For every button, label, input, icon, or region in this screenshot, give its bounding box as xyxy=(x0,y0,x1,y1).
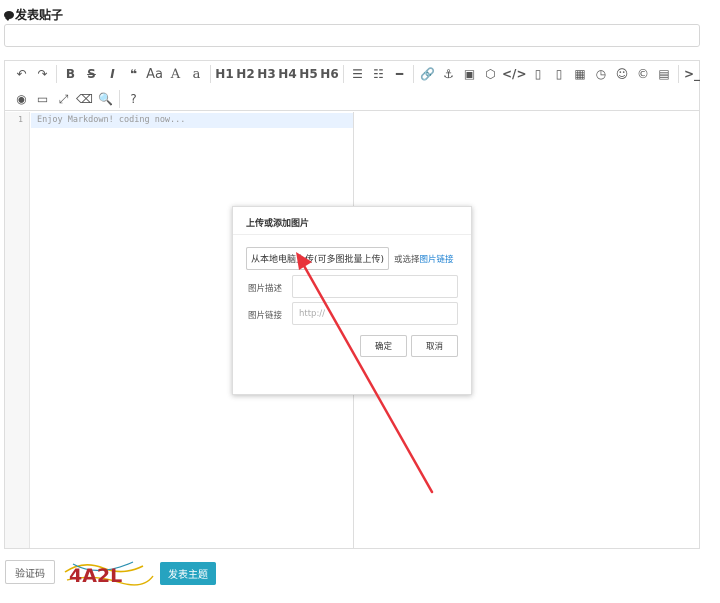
editor-placeholder: Enjoy Markdown! coding now... xyxy=(37,115,186,125)
html-entities-icon[interactable]: © xyxy=(633,64,654,84)
page-heading: 发表贴子 xyxy=(4,6,63,23)
lowercase-icon[interactable]: a xyxy=(186,64,207,84)
help-icon[interactable]: ? xyxy=(123,89,144,109)
image-link-label: 图片链接 xyxy=(248,311,283,321)
upload-local-button[interactable]: 从本地电脑上传(可多图批量上传) xyxy=(246,247,389,270)
toolbar-separator xyxy=(343,65,344,83)
toolbar-row-1: ↶ ↷ B S I ❝ Aa Aa H1 H2 H3 H4 H5 H6 ☰ ☷ ━ 🔗 ⚓ ▣ ⬡ </> ▯ ▯ ▦ ◷ ☺ © ▤ >… xyxy=(11,63,703,85)
quote-icon[interactable]: ❝ xyxy=(123,64,144,84)
toolbar-separator xyxy=(677,65,679,83)
horizontal-rule-icon[interactable]: ━ xyxy=(389,64,410,84)
ok-button[interactable]: 确定 xyxy=(360,335,407,357)
pagebreak-icon[interactable]: ▤ xyxy=(654,64,675,84)
watch-toggle-icon[interactable]: ◉ xyxy=(11,89,32,109)
h6-button[interactable]: H6 xyxy=(319,64,340,84)
strikethrough-icon[interactable]: S xyxy=(81,64,102,84)
anchor-icon[interactable]: ⚓ xyxy=(438,64,459,84)
code-file-icon[interactable]: ▯ xyxy=(549,64,570,84)
ordered-list-icon[interactable]: ☷ xyxy=(368,64,389,84)
h3-button[interactable]: H3 xyxy=(256,64,277,84)
unordered-list-icon[interactable]: ☰ xyxy=(347,64,368,84)
captcha-text: 4A2L xyxy=(69,565,122,587)
fullscreen-icon[interactable]: ⤢ xyxy=(53,89,74,109)
or-choose-text: 或选择图片链接 xyxy=(394,253,454,265)
editor-toolbar: ↶ ↷ B S I ❝ Aa Aa H1 H2 H3 H4 H5 H6 ☰ ☷ ━ 🔗 ⚓ ▣ ⬡ </> ▯ ▯ ▦ ◷ ☺ © ▤ >… xyxy=(5,61,700,111)
search-icon[interactable]: 🔍 xyxy=(95,89,116,109)
goto-line-icon[interactable]: >_ xyxy=(682,64,703,84)
h2-button[interactable]: H2 xyxy=(235,64,256,84)
undo-icon[interactable]: ↶ xyxy=(11,64,32,84)
toolbar-separator xyxy=(413,65,414,83)
preformatted-icon[interactable]: ▯ xyxy=(528,64,549,84)
page-heading-text: 发表贴子 xyxy=(15,8,64,22)
image-desc-input[interactable] xyxy=(292,275,458,298)
dialog-title: 上传或添加图片 xyxy=(233,207,471,235)
capitalize-icon[interactable]: A xyxy=(165,64,186,84)
image-upload-dialog: 上传或添加图片 从本地电脑上传(可多图批量上传) 或选择图片链接 图片描述 图片… xyxy=(232,206,472,395)
inline-code-icon[interactable]: </> xyxy=(501,64,528,84)
h1-button[interactable]: H1 xyxy=(214,64,235,84)
h4-button[interactable]: H4 xyxy=(277,64,298,84)
datetime-icon[interactable]: ◷ xyxy=(591,64,612,84)
image-link-input[interactable]: http:// xyxy=(292,302,458,325)
image-icon[interactable]: ▣ xyxy=(459,64,480,84)
h5-button[interactable]: H5 xyxy=(298,64,319,84)
uppercase-icon[interactable]: Aa xyxy=(144,64,165,84)
redo-icon[interactable]: ↷ xyxy=(32,64,53,84)
captcha-image[interactable]: 4A2L xyxy=(63,558,155,588)
italic-icon[interactable]: I xyxy=(102,64,123,84)
submit-topic-button[interactable]: 发表主题 xyxy=(160,562,216,585)
toolbar-separator xyxy=(119,90,120,108)
table-icon[interactable]: ▦ xyxy=(570,64,591,84)
emoji-icon[interactable]: ☺ xyxy=(612,64,633,84)
line-gutter xyxy=(5,112,30,548)
toolbar-separator xyxy=(210,65,211,83)
toolbar-row-2: ◉ ▭ ⤢ ⌫ 🔍? xyxy=(11,88,144,110)
bold-icon[interactable]: B xyxy=(60,64,81,84)
image-desc-label: 图片描述 xyxy=(248,284,283,294)
line-number: 1 xyxy=(18,115,23,124)
cancel-button[interactable]: 取消 xyxy=(411,335,458,357)
preview-icon[interactable]: ▭ xyxy=(32,89,53,109)
link-icon[interactable]: 🔗 xyxy=(417,64,438,84)
image-link-link[interactable]: 图片链接 xyxy=(420,255,454,265)
toolbar-separator xyxy=(56,65,57,83)
code-block-icon[interactable]: ⬡ xyxy=(480,64,501,84)
captcha-input[interactable]: 验证码 xyxy=(5,560,55,584)
title-input[interactable] xyxy=(4,24,700,47)
clear-icon[interactable]: ⌫ xyxy=(74,89,95,109)
comment-icon xyxy=(4,10,14,21)
or-text: 或选择 xyxy=(394,255,420,265)
